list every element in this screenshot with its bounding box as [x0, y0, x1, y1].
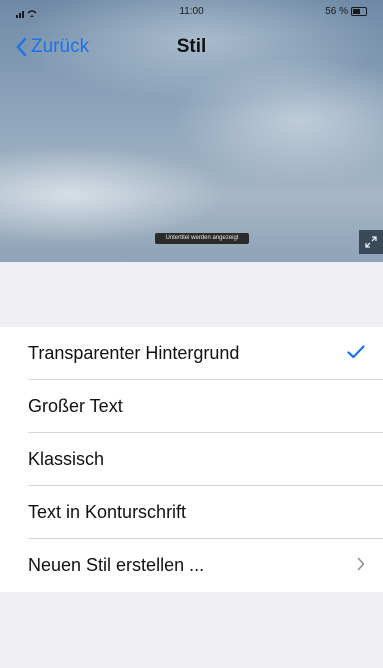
style-preview: 11:00 56 % Zurück Stil Untertitel werden…: [0, 0, 383, 262]
chevron-right-icon: [357, 555, 365, 576]
battery-status: 56 %: [325, 6, 367, 17]
style-option-large-text[interactable]: Großer Text: [0, 380, 383, 433]
expand-icon: [365, 236, 377, 248]
style-options-list: Transparenter Hintergrund Großer Text Kl…: [0, 327, 383, 592]
battery-icon: [351, 7, 367, 16]
expand-preview-button[interactable]: [359, 230, 383, 254]
style-option-label: Klassisch: [28, 449, 105, 469]
subtitle-preview-caption: Untertitel werden angezeigt: [155, 233, 249, 244]
style-option-label: Text in Konturschrift: [28, 502, 187, 522]
checkmark-icon: [347, 342, 365, 365]
style-option-label: Neuen Stil erstellen ...: [28, 555, 205, 575]
style-option-outline-text[interactable]: Text in Konturschrift: [0, 486, 383, 539]
create-new-style-item[interactable]: Neuen Stil erstellen ...: [0, 539, 383, 592]
status-bar: 11:00 56 %: [0, 6, 383, 22]
battery-percent: 56 %: [325, 6, 348, 17]
page-title: Stil: [176, 36, 207, 57]
style-option-transparent-background[interactable]: Transparenter Hintergrund: [0, 327, 383, 380]
style-option-label: Großer Text: [28, 396, 123, 416]
style-option-classic[interactable]: Klassisch: [0, 433, 383, 486]
style-option-label: Transparenter Hintergrund: [28, 343, 240, 363]
